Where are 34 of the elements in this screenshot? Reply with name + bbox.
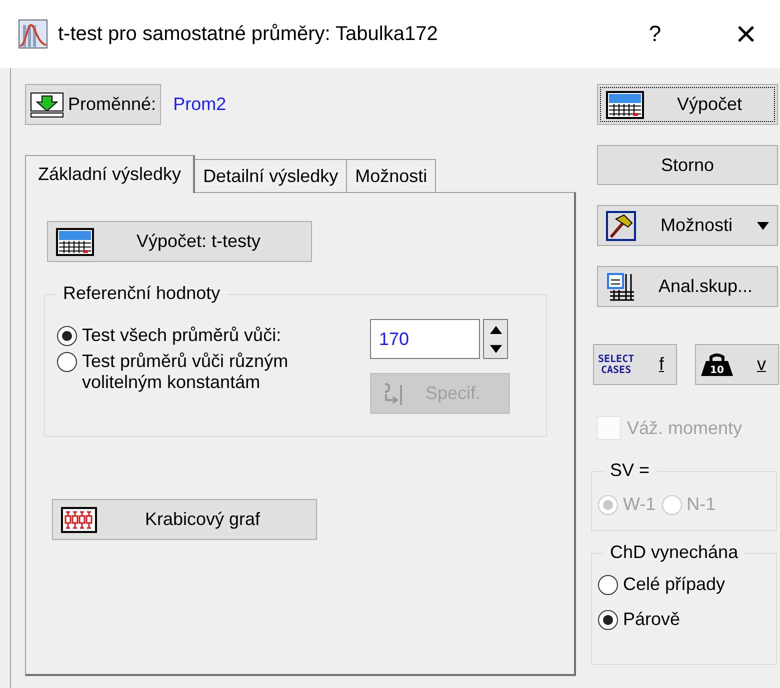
calculator-icon bbox=[56, 228, 94, 256]
hammer-icon bbox=[606, 210, 636, 240]
spin-buttons[interactable] bbox=[483, 319, 508, 359]
tab[interactable]: Možnosti bbox=[346, 159, 436, 192]
group-title: Referenční hodnoty bbox=[57, 283, 226, 304]
compute-button[interactable]: Výpočet bbox=[597, 84, 778, 125]
radio-button[interactable]: Párově bbox=[598, 609, 776, 630]
radio-button[interactable]: Celé případy bbox=[598, 574, 776, 595]
help-button[interactable]: ? bbox=[640, 21, 670, 47]
up-arrow-icon bbox=[490, 326, 502, 334]
radio-button[interactable]: Test průměrů vůči různým volitelným konstantám bbox=[57, 350, 370, 394]
down-arrow-icon bbox=[490, 344, 502, 352]
boxplot-button[interactable]: Krabicový graf bbox=[52, 499, 317, 540]
variable-value: Prom2 bbox=[173, 94, 226, 115]
variables-button[interactable]: Proměnné: bbox=[25, 84, 162, 125]
caret-icon bbox=[757, 222, 769, 230]
box-plot-icon bbox=[61, 506, 97, 532]
app-icon bbox=[18, 19, 48, 49]
calculator-icon bbox=[606, 90, 644, 118]
weight-button[interactable]: 10 v bbox=[695, 344, 779, 385]
close-button[interactable]: × bbox=[726, 16, 766, 52]
number-field[interactable]: 170 bbox=[370, 319, 480, 359]
select-cases-button[interactable]: SELECT CASES f bbox=[593, 344, 677, 385]
window-title: t-test pro samostatné průměry: Tabulka172 bbox=[58, 22, 439, 46]
radio-button[interactable]: Test všech průměrů vůči: bbox=[57, 325, 370, 347]
select-cases-icon: SELECT CASES bbox=[598, 354, 634, 376]
grid-icon bbox=[606, 272, 636, 302]
tab[interactable]: Základní výsledky bbox=[25, 155, 196, 193]
cancel-button[interactable]: Storno bbox=[597, 145, 778, 185]
options-button[interactable]: Možnosti bbox=[597, 205, 778, 246]
compute-button[interactable]: Výpočet: t-testy bbox=[47, 221, 312, 262]
group-title: ChD vynechána bbox=[604, 542, 744, 563]
arrow-down-icon bbox=[30, 92, 64, 118]
by-group-button[interactable]: Anal.skup... bbox=[597, 266, 778, 307]
